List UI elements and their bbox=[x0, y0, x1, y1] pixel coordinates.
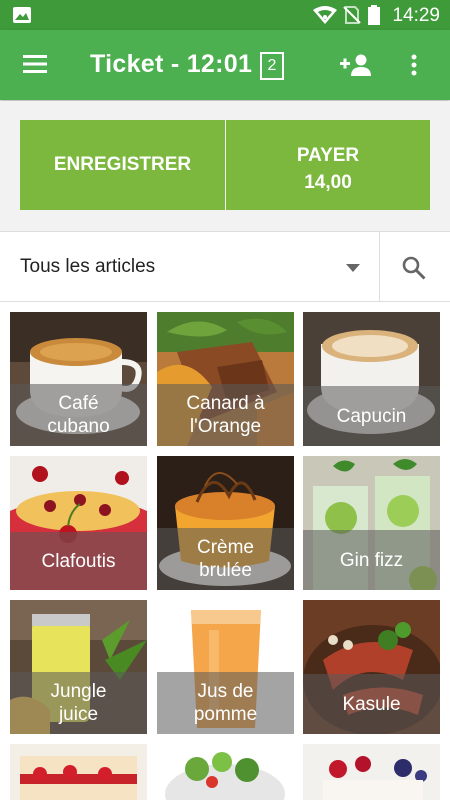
action-buttons: ENREGISTRER PAYER 14,00 bbox=[0, 101, 450, 230]
product-tile-creme-brulee[interactable]: Crème brulée bbox=[157, 456, 294, 590]
product-label: Canard à l'Orange bbox=[157, 384, 294, 446]
product-tile-canard-orange[interactable]: Canard à l'Orange bbox=[157, 312, 294, 446]
product-label: Crème brulée bbox=[157, 528, 294, 590]
product-tile-jungle-juice[interactable]: Jungle juice bbox=[10, 600, 147, 734]
more-vert-icon[interactable] bbox=[410, 54, 418, 76]
product-tile-clafoutis[interactable]: Clafoutis bbox=[10, 456, 147, 590]
product-label: Café cubano bbox=[10, 384, 147, 446]
status-bar: 14:29 bbox=[0, 0, 450, 30]
app-bar: Ticket - 12:01 2 bbox=[0, 30, 450, 100]
ticket-count: 2 bbox=[267, 57, 277, 74]
ticket-icon[interactable]: 2 bbox=[260, 52, 284, 80]
image-icon bbox=[13, 7, 31, 23]
product-image bbox=[303, 744, 440, 800]
save-button[interactable]: ENREGISTRER bbox=[20, 120, 225, 210]
product-image bbox=[157, 744, 294, 800]
pay-button[interactable]: PAYER 14,00 bbox=[226, 120, 430, 210]
dropdown-arrow-icon[interactable] bbox=[346, 264, 360, 272]
product-tile-partial[interactable] bbox=[157, 744, 294, 800]
search-icon[interactable] bbox=[402, 256, 426, 280]
product-label: Jus de pomme bbox=[157, 672, 294, 734]
page-title: Ticket - 12:01 bbox=[90, 50, 253, 78]
battery-icon bbox=[368, 5, 380, 25]
product-label: Capucin bbox=[303, 386, 440, 446]
pay-amount: 14,00 bbox=[304, 172, 352, 193]
save-button-label: ENREGISTRER bbox=[53, 154, 192, 175]
product-label: Jungle juice bbox=[10, 672, 147, 734]
product-label: Clafoutis bbox=[10, 532, 147, 590]
status-time: 14:29 bbox=[392, 5, 440, 26]
product-image bbox=[10, 744, 147, 800]
wifi-icon bbox=[313, 6, 337, 24]
product-tile-kasule[interactable]: Kasule bbox=[303, 600, 440, 734]
category-dropdown[interactable]: Tous les articles bbox=[20, 256, 155, 278]
divider bbox=[379, 232, 380, 301]
product-tile-cafe-cubano[interactable]: Café cubano bbox=[10, 312, 147, 446]
pay-button-label: PAYER bbox=[296, 145, 360, 166]
product-label: Gin fizz bbox=[303, 530, 440, 590]
product-tile-jus-de-pomme[interactable]: Jus de pomme bbox=[157, 600, 294, 734]
product-tile-capucin[interactable]: Capucin bbox=[303, 312, 440, 446]
product-tile-partial[interactable] bbox=[10, 744, 147, 800]
no-sim-icon bbox=[343, 6, 361, 24]
product-tile-partial[interactable] bbox=[303, 744, 440, 800]
product-grid: Café cubano Canard à l'Orange Capucin Cl… bbox=[0, 302, 450, 800]
add-person-icon[interactable] bbox=[340, 54, 372, 76]
menu-icon[interactable] bbox=[22, 54, 48, 74]
product-tile-gin-fizz[interactable]: Gin fizz bbox=[303, 456, 440, 590]
product-label: Kasule bbox=[303, 674, 440, 734]
filter-bar: Tous les articles bbox=[0, 231, 450, 302]
